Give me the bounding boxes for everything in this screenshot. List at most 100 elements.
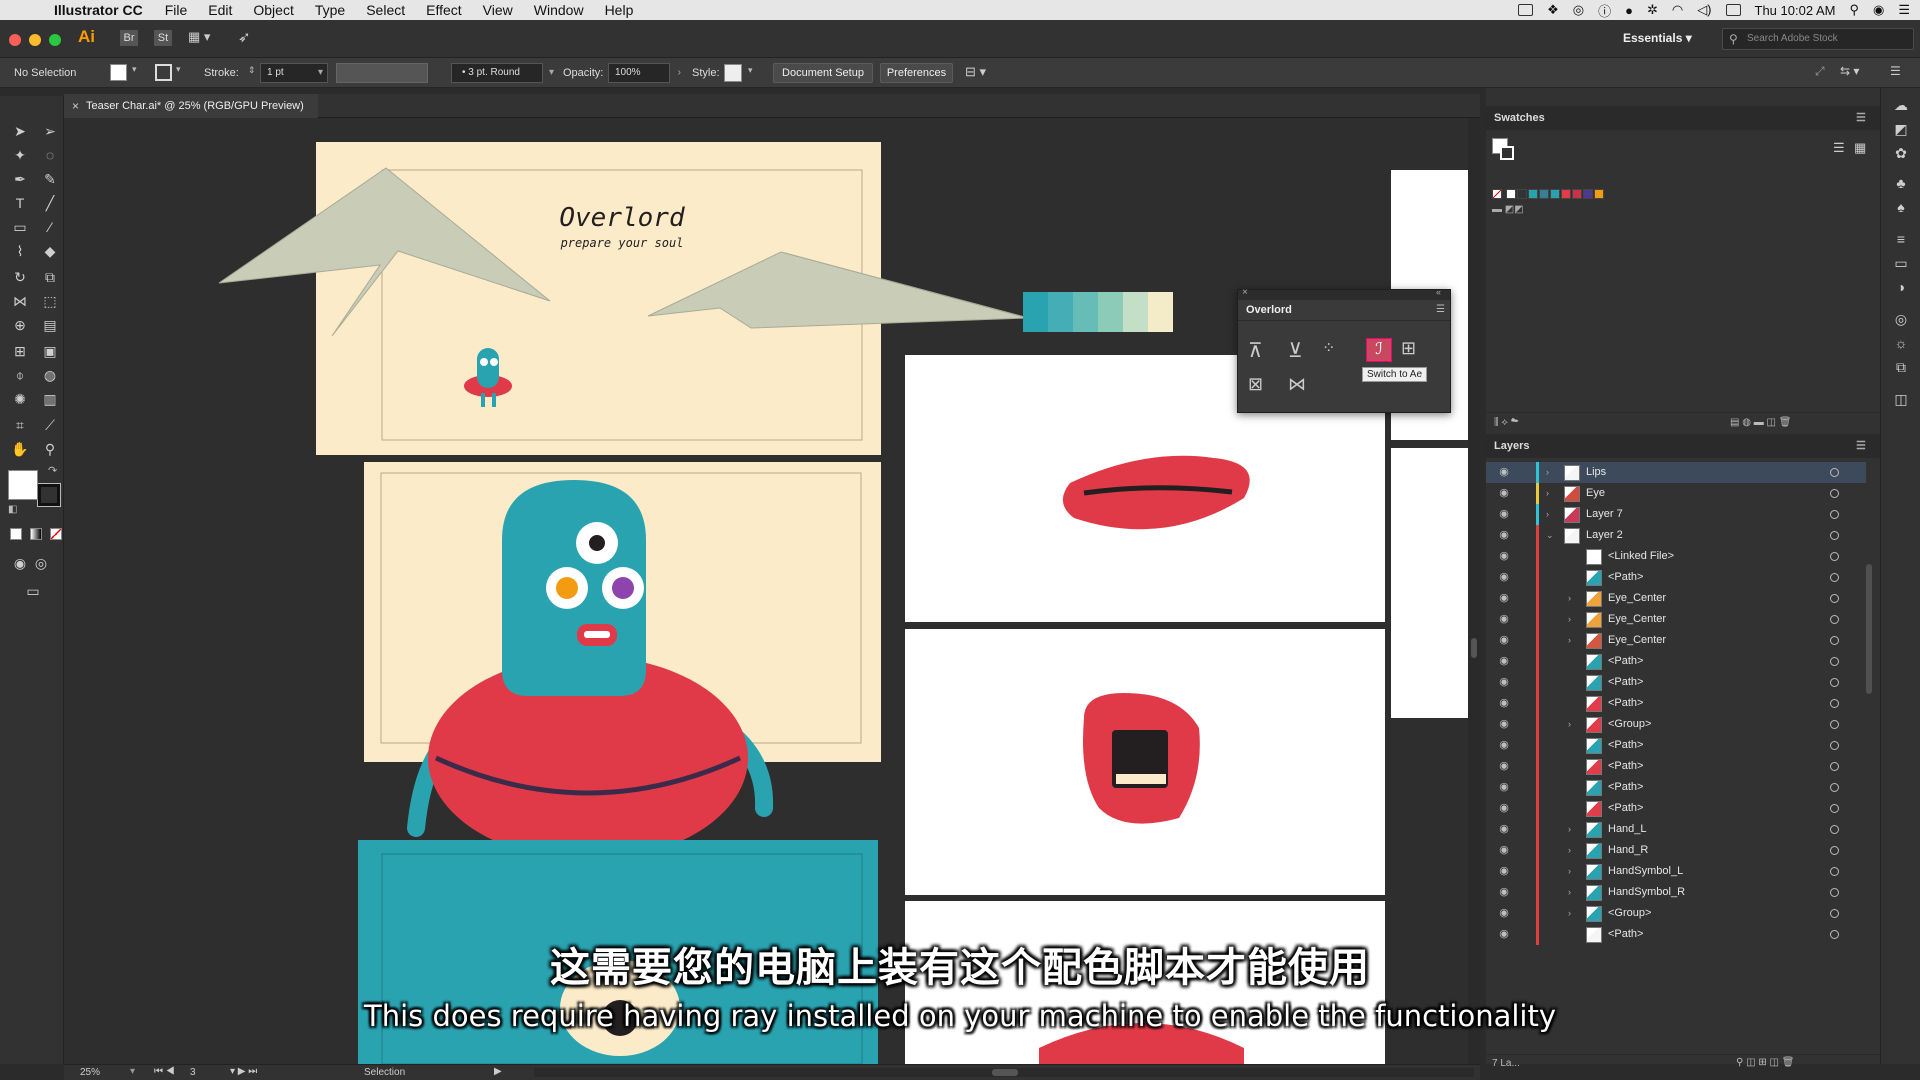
menu-file[interactable]: File: [165, 2, 188, 18]
opacity-field[interactable]: 100% ›: [608, 63, 681, 83]
artwork-title[interactable]: Overlord: [559, 203, 685, 233]
visibility-eye-icon[interactable]: ◉: [1497, 675, 1511, 689]
list-view-icon[interactable]: ☰: [1833, 140, 1845, 156]
bridge-button[interactable]: Br: [120, 30, 138, 46]
none-swatch[interactable]: [1492, 189, 1502, 199]
curvature-tool-icon[interactable]: ✎: [39, 168, 61, 190]
palette-color-chip[interactable]: [1123, 292, 1148, 332]
stroke-panel-icon[interactable]: ≡: [1890, 228, 1912, 250]
layer-row[interactable]: ◉ › Eye_Center: [1486, 630, 1866, 651]
shaper-tool-icon[interactable]: ⌇: [9, 240, 31, 262]
menu-view[interactable]: View: [483, 2, 513, 18]
expand-toggle-icon[interactable]: ›: [1546, 483, 1549, 504]
switch-to-ae-button[interactable]: ℐ: [1366, 338, 1392, 362]
color-swatch[interactable]: [1539, 189, 1549, 199]
pull-from-ae-icon[interactable]: ⊻: [1288, 338, 1303, 363]
draw-behind-icon[interactable]: ◎: [30, 552, 52, 574]
visibility-eye-icon[interactable]: ◉: [1497, 633, 1511, 647]
target-circle-icon[interactable]: [1830, 804, 1839, 813]
visibility-eye-icon[interactable]: ◉: [1497, 780, 1511, 794]
target-circle-icon[interactable]: [1830, 720, 1839, 729]
target-circle-icon[interactable]: [1830, 510, 1839, 519]
direct-selection-tool-icon[interactable]: ➢: [39, 120, 61, 142]
visibility-eye-icon[interactable]: ◉: [1497, 612, 1511, 626]
visibility-eye-icon[interactable]: ◉: [1497, 759, 1511, 773]
stock-search-field[interactable]: ⚲ Search Adobe Stock: [1722, 28, 1914, 50]
mesh-tool-icon[interactable]: ⊞: [9, 340, 31, 362]
target-circle-icon[interactable]: [1830, 468, 1839, 477]
visibility-eye-icon[interactable]: ◉: [1497, 843, 1511, 857]
target-circle-icon[interactable]: [1830, 762, 1839, 771]
expand-toggle-icon[interactable]: ›: [1568, 714, 1571, 735]
add-artboard-icon[interactable]: ⊞: [1401, 338, 1416, 359]
preferences-button[interactable]: Preferences: [880, 63, 953, 83]
layer-row[interactable]: ◉ › Lips: [1486, 462, 1866, 483]
expand-toggle-icon[interactable]: ›: [1568, 609, 1571, 630]
canvas[interactable]: Overlord prepare your soul: [64, 118, 1480, 1064]
layer-row[interactable]: ◉ › Hand_L: [1486, 819, 1866, 840]
eraser-tool-icon[interactable]: ◆: [39, 240, 61, 262]
layer-row[interactable]: ◉ › <Group>: [1486, 714, 1866, 735]
wifi-icon[interactable]: ◠: [1672, 2, 1683, 18]
layer-name[interactable]: Eye_Center: [1608, 630, 1666, 651]
type-tool-icon[interactable]: T: [9, 192, 31, 214]
menu-window[interactable]: Window: [534, 2, 584, 18]
visibility-eye-icon[interactable]: ◉: [1497, 801, 1511, 815]
panel-drag-bar[interactable]: × «: [1238, 287, 1450, 300]
layer-name[interactable]: <Path>: [1608, 735, 1643, 756]
scroll-thumb[interactable]: [1471, 638, 1477, 658]
target-circle-icon[interactable]: [1830, 825, 1839, 834]
target-circle-icon[interactable]: [1830, 930, 1839, 939]
layer-row[interactable]: ◉ › <Group>: [1486, 903, 1866, 924]
layer-row[interactable]: ◉ <Linked File>: [1486, 546, 1866, 567]
notification-list-icon[interactable]: ☰: [1898, 2, 1910, 18]
arrange-icon[interactable]: ⇆ ▾: [1840, 64, 1859, 78]
document-tab[interactable]: × Teaser Char.ai* @ 25% (RGB/GPU Preview…: [64, 94, 318, 118]
target-circle-icon[interactable]: [1830, 552, 1839, 561]
visibility-eye-icon[interactable]: ◉: [1497, 654, 1511, 668]
target-circle-icon[interactable]: [1830, 888, 1839, 897]
swatch-libraries-icon[interactable]: ⫼ ⟡ ☁: [1494, 417, 1519, 428]
layers-panel-icon[interactable]: ◫: [1890, 388, 1912, 410]
fill-color-swatch[interactable]: [110, 64, 127, 81]
arrange-documents-icon[interactable]: ▦ ▾: [188, 29, 210, 45]
line-segment-tool-icon[interactable]: ╱: [39, 192, 61, 214]
layer-name[interactable]: <Path>: [1608, 798, 1643, 819]
layer-name[interactable]: <Group>: [1608, 714, 1651, 735]
volume-icon[interactable]: ◁): [1697, 2, 1711, 18]
visibility-eye-icon[interactable]: ◉: [1497, 570, 1511, 584]
palette-color-chip[interactable]: [1098, 292, 1123, 332]
graphic-style-swatch[interactable]: [724, 64, 742, 82]
vertical-scrollbar[interactable]: [1468, 118, 1480, 1064]
visibility-eye-icon[interactable]: ◉: [1497, 591, 1511, 605]
color-swatch[interactable]: [1506, 189, 1516, 199]
expand-toggle-icon[interactable]: ›: [1546, 462, 1549, 483]
transparency-icon[interactable]: ◑: [1890, 276, 1912, 298]
eyedropper-tool-icon[interactable]: ⌽: [9, 364, 31, 386]
spotlight-search-icon[interactable]: ⚲: [1849, 2, 1859, 18]
layer-name[interactable]: Layer 2: [1586, 525, 1623, 546]
visibility-eye-icon[interactable]: ◉: [1497, 549, 1511, 563]
visibility-eye-icon[interactable]: ◉: [1497, 906, 1511, 920]
rotate-tool-icon[interactable]: ↻: [9, 266, 31, 288]
fill-dropdown-icon[interactable]: ▾: [132, 64, 137, 75]
layer-name[interactable]: <Group>: [1608, 903, 1651, 924]
layer-name[interactable]: Lips: [1586, 462, 1606, 483]
target-circle-icon[interactable]: [1830, 783, 1839, 792]
horizontal-scrollbar[interactable]: [534, 1068, 1474, 1077]
layer-row[interactable]: ◉ <Path>: [1486, 924, 1866, 945]
color-swatch[interactable]: [1594, 189, 1604, 199]
expand-toggle-icon[interactable]: ›: [1568, 840, 1571, 861]
control-panel-menu-icon[interactable]: ☰: [1890, 64, 1901, 78]
stroke-stepper-icon[interactable]: ⇕: [248, 65, 256, 76]
layer-row[interactable]: ◉ › Eye: [1486, 483, 1866, 504]
palette-color-chip[interactable]: [1048, 292, 1073, 332]
layer-row[interactable]: ◉ › HandSymbol_R: [1486, 882, 1866, 903]
visibility-eye-icon[interactable]: ◉: [1497, 507, 1511, 521]
color-swatch[interactable]: [1517, 189, 1527, 199]
shape-builder-tool-icon[interactable]: ⊕: [9, 314, 31, 336]
stock-button[interactable]: St: [154, 30, 172, 46]
close-window-icon[interactable]: [9, 34, 21, 46]
layer-name[interactable]: Hand_R: [1608, 840, 1648, 861]
default-fill-stroke-icon[interactable]: ◧: [8, 504, 17, 515]
